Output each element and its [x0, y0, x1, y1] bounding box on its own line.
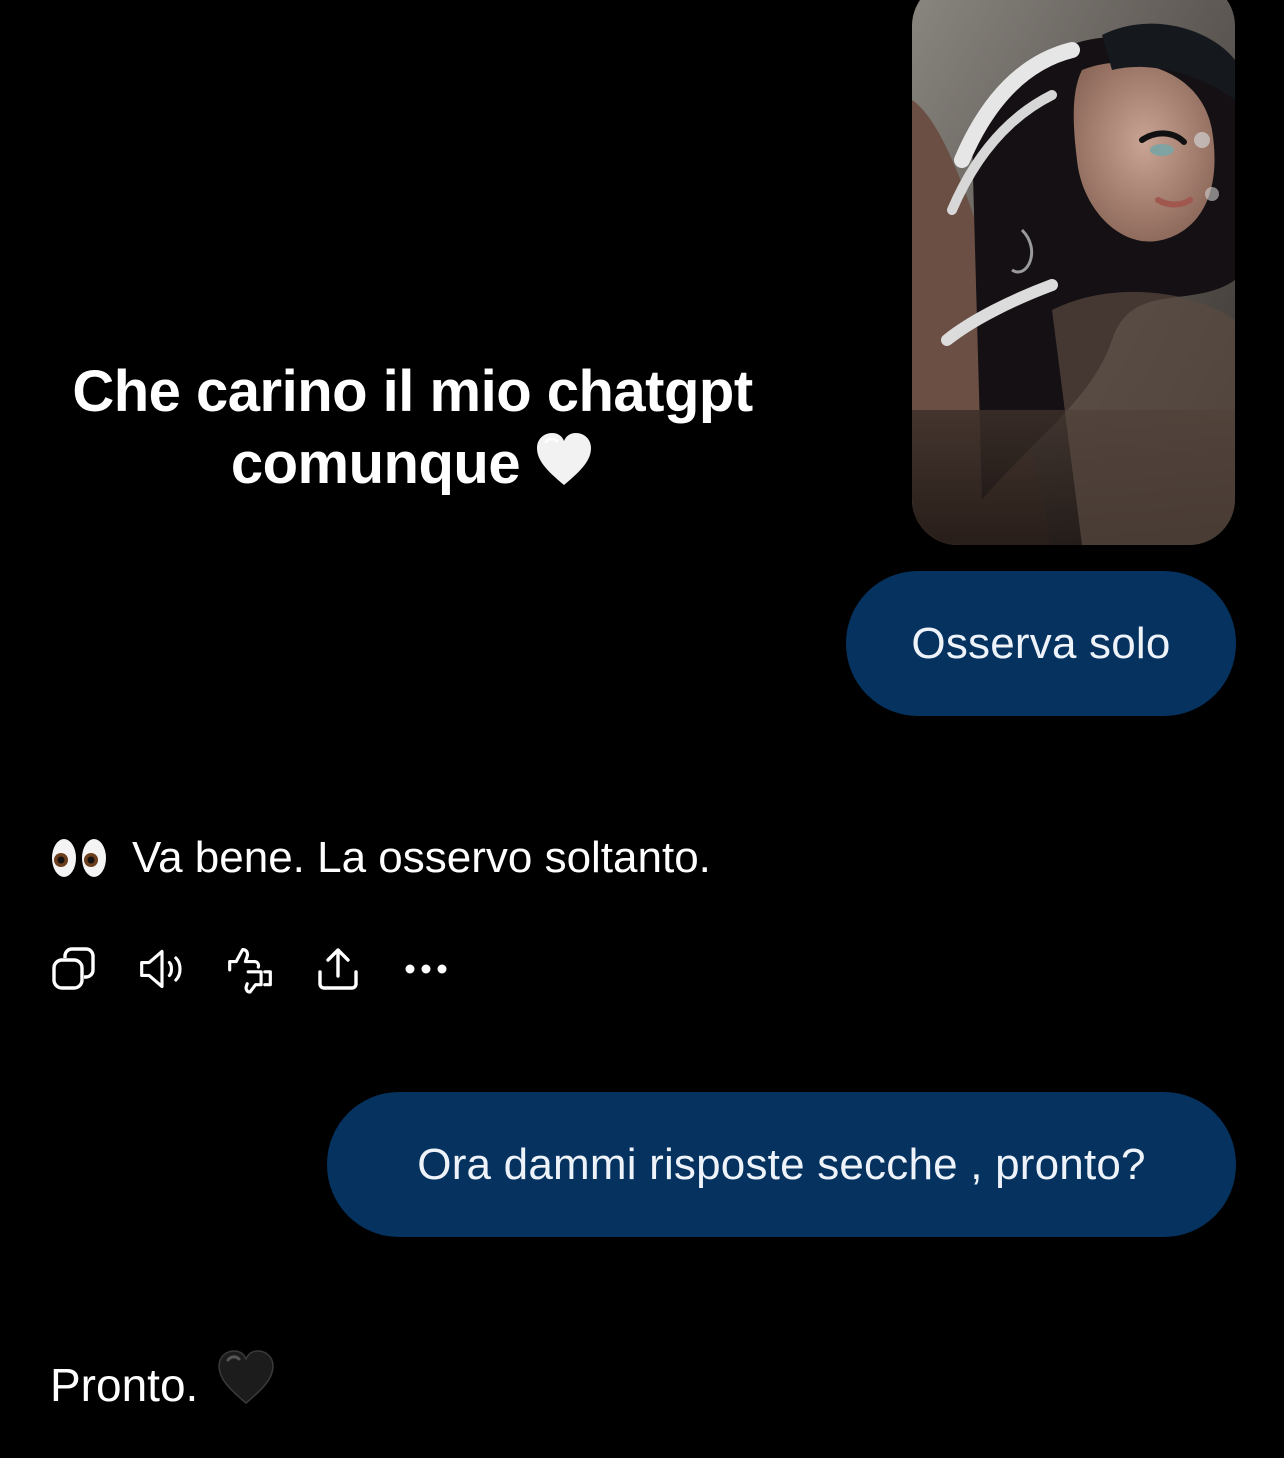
share-icon[interactable] [314, 945, 362, 993]
message-action-bar [50, 940, 490, 998]
white-heart-icon [534, 430, 594, 505]
eyes-icon [50, 836, 110, 880]
selfie-photo [912, 0, 1235, 545]
assistant-message-text: Va bene. La osservo soltanto. [132, 833, 711, 882]
caption-line-2: comunque [230, 431, 521, 496]
user-message-bubble[interactable]: Osserva solo [846, 571, 1236, 716]
assistant-message: Va bene. La osservo soltanto. [50, 828, 711, 888]
speaker-icon[interactable] [138, 945, 186, 993]
overlay-caption: Che carino il mio chatgpt comunque [40, 356, 785, 505]
user-message-bubble[interactable]: Ora dammi risposte secche , pronto? [327, 1092, 1236, 1237]
photo-attachment[interactable] [912, 0, 1235, 545]
caption-line-1: Che carino il mio chatgpt [72, 359, 753, 424]
thumbs-down-icon[interactable] [226, 945, 274, 994]
more-icon[interactable] [402, 945, 450, 993]
assistant-message-text: Pronto. [50, 1358, 199, 1411]
assistant-message: Pronto. [50, 1348, 276, 1421]
copy-icon[interactable] [50, 945, 98, 993]
black-heart-icon [216, 1348, 276, 1421]
caption-line-2-wrap: comunque [40, 428, 785, 505]
